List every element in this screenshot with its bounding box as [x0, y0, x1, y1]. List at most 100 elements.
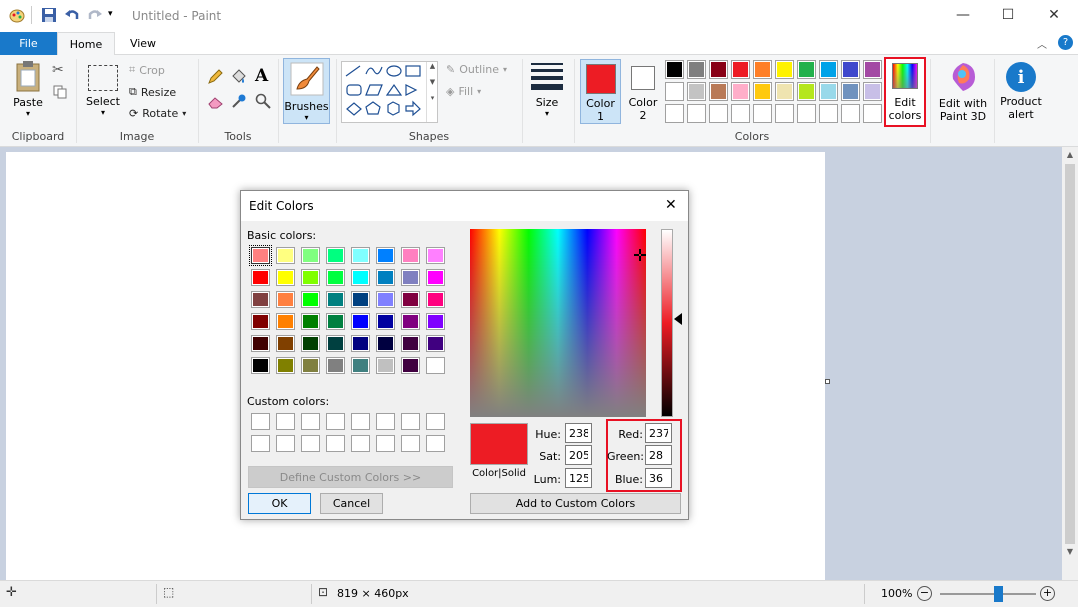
undo-icon[interactable]: [64, 7, 80, 23]
basic-color-swatch[interactable]: [426, 357, 445, 374]
palette-swatch[interactable]: [709, 60, 728, 79]
hue-input[interactable]: [565, 423, 592, 443]
basic-color-swatch[interactable]: [401, 291, 420, 308]
scroll-down-icon[interactable]: ▼: [1062, 544, 1078, 561]
basic-color-swatch[interactable]: [301, 291, 320, 308]
vertical-scrollbar[interactable]: ▲ ▼: [1062, 147, 1078, 580]
palette-swatch[interactable]: [753, 82, 772, 101]
basic-color-swatch[interactable]: [351, 335, 370, 352]
brushes-button[interactable]: Brushes ▾: [283, 58, 330, 124]
custom-color-swatch[interactable]: [251, 413, 270, 430]
basic-color-swatch[interactable]: [401, 313, 420, 330]
crop-button[interactable]: ⌗ Crop: [129, 63, 165, 77]
shapes-down-icon[interactable]: ▼: [427, 78, 438, 86]
lum-input[interactable]: [565, 468, 592, 488]
custom-color-swatch[interactable]: [376, 413, 395, 430]
help-icon[interactable]: ?: [1058, 35, 1073, 50]
color-picker-icon[interactable]: [231, 93, 247, 109]
basic-color-swatch[interactable]: [326, 357, 345, 374]
basic-color-swatch[interactable]: [401, 247, 420, 264]
scroll-thumb[interactable]: [1065, 164, 1075, 544]
redo-icon[interactable]: [87, 7, 103, 23]
custom-color-swatch[interactable]: [426, 435, 445, 452]
custom-color-swatch[interactable]: [276, 413, 295, 430]
cut-icon[interactable]: ✂: [52, 62, 64, 78]
shapes-gallery[interactable]: ▲ ▼ ▾: [341, 61, 438, 123]
basic-color-swatch[interactable]: [426, 247, 445, 264]
customize-toolbar-icon[interactable]: ▾: [108, 9, 113, 19]
basic-color-swatch[interactable]: [351, 247, 370, 264]
basic-color-swatch[interactable]: [276, 291, 295, 308]
basic-color-swatch[interactable]: [301, 247, 320, 264]
basic-color-swatch[interactable]: [376, 335, 395, 352]
basic-color-swatch[interactable]: [351, 313, 370, 330]
resize-button[interactable]: ⧉ Resize: [129, 85, 176, 99]
close-window-button[interactable]: ✕: [1031, 0, 1077, 30]
product-alert-button[interactable]: i Product alert: [998, 59, 1044, 123]
palette-swatch[interactable]: [863, 104, 882, 123]
palette-swatch[interactable]: [797, 60, 816, 79]
basic-color-swatch[interactable]: [301, 313, 320, 330]
palette-swatch[interactable]: [687, 82, 706, 101]
tab-view[interactable]: View: [118, 32, 168, 55]
red-input[interactable]: [645, 423, 672, 443]
basic-color-swatch[interactable]: [326, 313, 345, 330]
outline-button[interactable]: ✎ Outline ▾: [446, 63, 507, 76]
sat-input[interactable]: [565, 445, 592, 465]
add-to-custom-colors-button[interactable]: Add to Custom Colors: [470, 493, 681, 514]
collapse-ribbon-icon[interactable]: ︿: [1037, 36, 1047, 51]
palette-swatch[interactable]: [709, 104, 728, 123]
basic-color-swatch[interactable]: [376, 357, 395, 374]
custom-color-swatch[interactable]: [426, 413, 445, 430]
custom-color-swatch[interactable]: [351, 435, 370, 452]
basic-color-swatch[interactable]: [426, 291, 445, 308]
palette-swatch[interactable]: [687, 60, 706, 79]
save-icon[interactable]: [41, 7, 57, 23]
palette-swatch[interactable]: [775, 104, 794, 123]
tab-home[interactable]: Home: [57, 32, 115, 56]
palette-swatch[interactable]: [841, 104, 860, 123]
palette-swatch[interactable]: [665, 82, 684, 101]
shapes-more-icon[interactable]: ▾: [427, 94, 438, 102]
custom-color-swatch[interactable]: [401, 413, 420, 430]
custom-color-swatch[interactable]: [301, 435, 320, 452]
palette-swatch[interactable]: [665, 60, 684, 79]
custom-color-swatch[interactable]: [301, 413, 320, 430]
zoom-slider-thumb[interactable]: [993, 586, 1003, 602]
close-dialog-button[interactable]: ✕: [665, 197, 677, 213]
basic-color-swatch[interactable]: [301, 335, 320, 352]
palette-swatch[interactable]: [775, 82, 794, 101]
basic-color-swatch[interactable]: [276, 357, 295, 374]
color-spectrum[interactable]: [470, 229, 646, 417]
shapes-up-icon[interactable]: ▲: [427, 62, 438, 70]
paste-button[interactable]: Paste ▾: [10, 59, 46, 123]
palette-swatch[interactable]: [709, 82, 728, 101]
pencil-icon[interactable]: [207, 69, 223, 85]
basic-color-swatch[interactable]: [376, 247, 395, 264]
custom-color-swatch[interactable]: [326, 413, 345, 430]
basic-color-swatch[interactable]: [326, 247, 345, 264]
blue-input[interactable]: [645, 468, 672, 488]
basic-color-swatch[interactable]: [301, 357, 320, 374]
minimize-button[interactable]: —: [940, 0, 986, 30]
zoom-slider-track[interactable]: [940, 593, 1036, 595]
maximize-button[interactable]: ☐: [985, 0, 1031, 30]
basic-color-swatch[interactable]: [276, 335, 295, 352]
size-button[interactable]: Size ▾: [527, 59, 567, 123]
color2-button[interactable]: Color 2: [623, 59, 663, 124]
palette-swatch[interactable]: [863, 82, 882, 101]
palette-swatch[interactable]: [819, 104, 838, 123]
basic-color-swatch[interactable]: [276, 269, 295, 286]
basic-color-swatch[interactable]: [376, 269, 395, 286]
basic-color-swatch[interactable]: [276, 313, 295, 330]
zoom-in-button[interactable]: +: [1040, 586, 1055, 601]
edit-with-paint3d-button[interactable]: Edit with Paint 3D: [936, 59, 990, 123]
palette-swatch[interactable]: [797, 104, 816, 123]
palette-swatch[interactable]: [731, 60, 750, 79]
basic-color-swatch[interactable]: [376, 313, 395, 330]
custom-color-swatch[interactable]: [376, 435, 395, 452]
palette-swatch[interactable]: [753, 60, 772, 79]
palette-swatch[interactable]: [775, 60, 794, 79]
tab-file[interactable]: File: [0, 32, 57, 55]
basic-color-swatch[interactable]: [301, 269, 320, 286]
